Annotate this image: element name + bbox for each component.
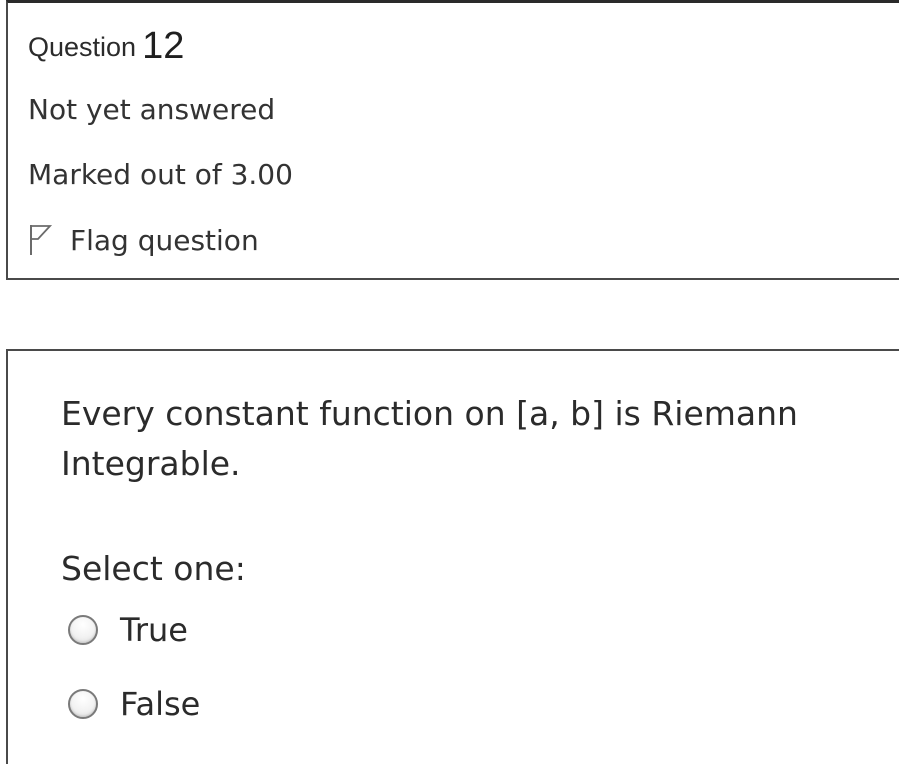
question-number: 12 bbox=[142, 25, 185, 67]
answer-option-false[interactable]: False bbox=[68, 685, 200, 723]
quiz-page: Question 12 Not yet answered Marked out o… bbox=[0, 0, 899, 764]
question-label: Question bbox=[28, 32, 137, 62]
question-grade: Marked out of 3.00 bbox=[28, 158, 293, 191]
flag-outline-icon bbox=[28, 223, 54, 257]
question-heading: Question 12 bbox=[28, 25, 184, 68]
answer-option-true[interactable]: True bbox=[68, 611, 188, 649]
flag-question-toggle[interactable]: Flag question bbox=[28, 223, 259, 257]
flag-question-label: Flag question bbox=[70, 223, 259, 257]
answer-option-label: True bbox=[120, 611, 188, 649]
radio-true[interactable] bbox=[68, 615, 98, 645]
radio-false[interactable] bbox=[68, 689, 98, 719]
select-one-prompt: Select one: bbox=[61, 549, 246, 588]
question-text: Every constant function on [a, b] is Rie… bbox=[61, 394, 798, 483]
question-content-panel: Every constant function on [a, b] is Rie… bbox=[6, 349, 899, 764]
question-info-panel: Question 12 Not yet answered Marked out o… bbox=[6, 0, 899, 280]
question-state: Not yet answered bbox=[28, 93, 276, 126]
answer-option-label: False bbox=[120, 685, 201, 723]
